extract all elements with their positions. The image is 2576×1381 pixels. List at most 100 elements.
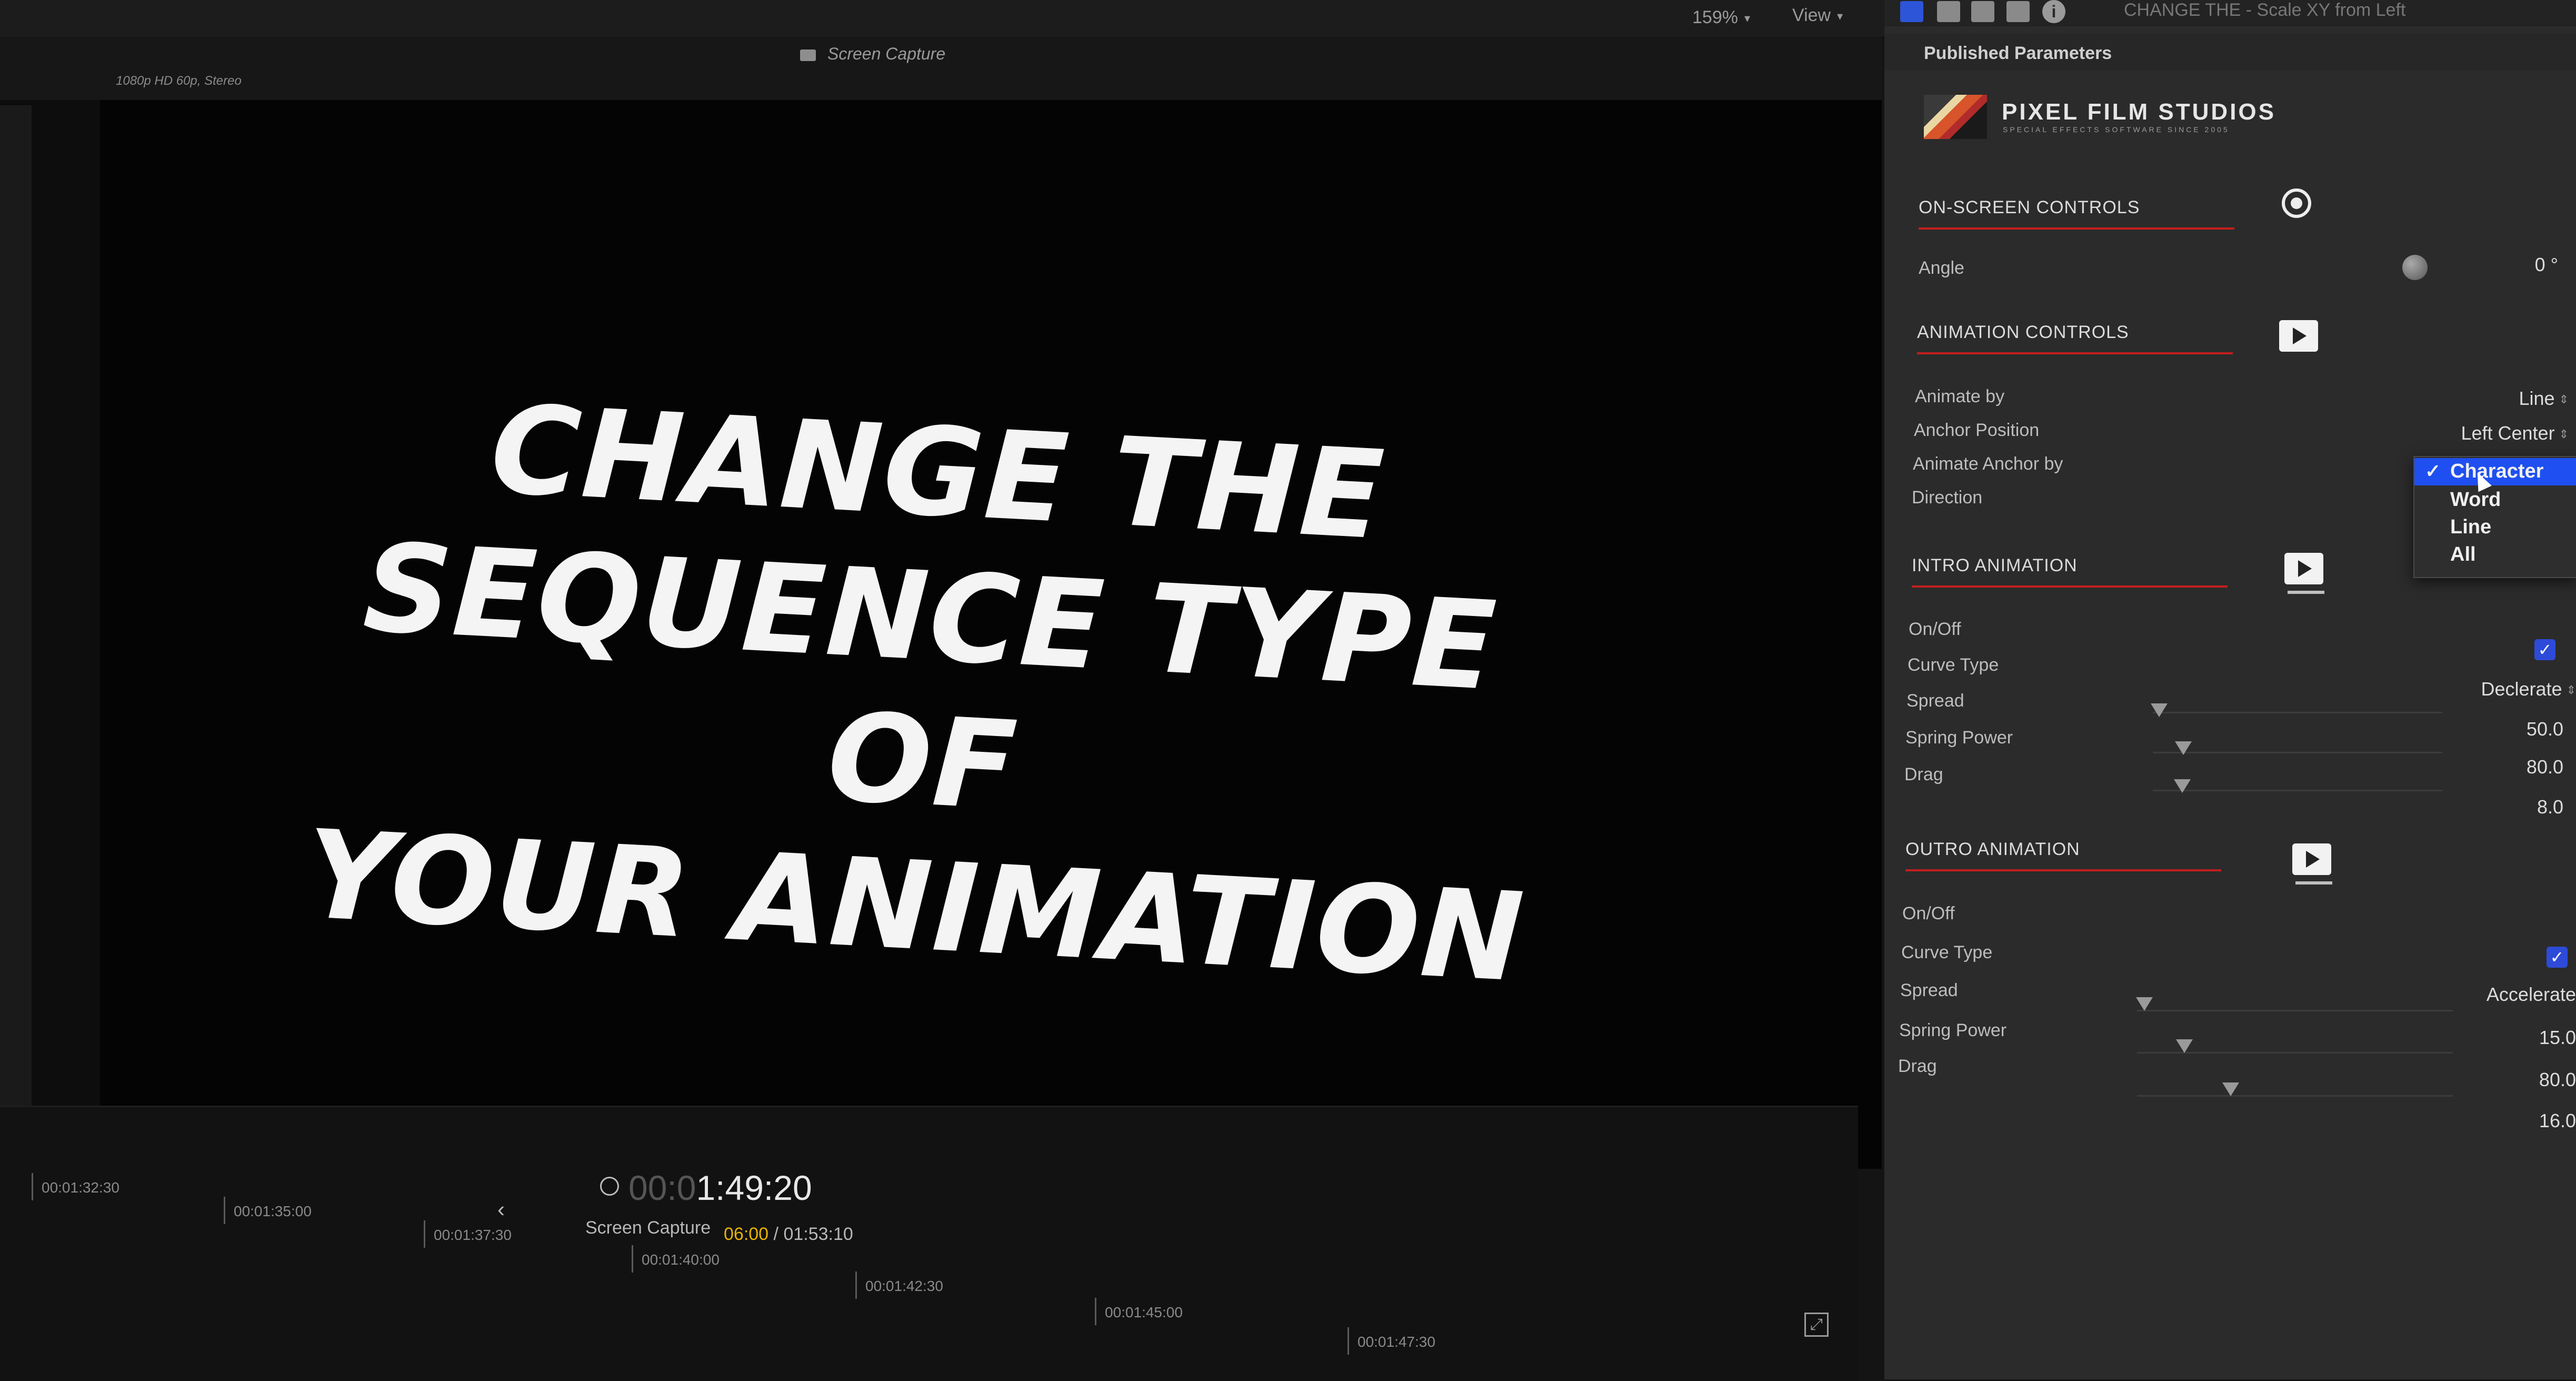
updown-arrows-icon: ⇕	[2566, 683, 2576, 697]
video-inspector-icon[interactable]	[1971, 1, 1994, 22]
info-icon[interactable]: i	[2042, 0, 2065, 23]
timeline-title: Screen Capture	[585, 1218, 711, 1238]
outro-play-icon[interactable]	[2292, 843, 2332, 885]
viewer: 1080p HD 60p, Stereo Screen Capture CHAN…	[0, 37, 1882, 1169]
intro-curve-type-label: Curve Type	[1908, 655, 1999, 675]
anchor-position-value: Left Center	[2461, 422, 2555, 444]
ruler-tick: 00:01:45:00	[1095, 1298, 1183, 1325]
option-label: All	[2450, 543, 2476, 565]
outro-drag-value[interactable]: 16.0	[2474, 1110, 2576, 1132]
ruler-tick: 00:01:35:00	[224, 1197, 312, 1224]
updown-arrows-icon: ⇕	[2559, 428, 2569, 441]
anchor-position-label: Anchor Position	[1914, 420, 2040, 440]
zoom-menu[interactable]: 159% ▾	[1692, 7, 1750, 28]
eye-icon[interactable]	[2282, 188, 2311, 218]
slider-knob[interactable]	[2151, 703, 2168, 717]
title-inspector-icon[interactable]	[1900, 1, 1923, 22]
outro-spread-value[interactable]: 15.0	[2474, 1027, 2576, 1049]
outro-curve-type-select[interactable]: Accelerate	[2400, 983, 2576, 1006]
option-label: Character	[2450, 460, 2544, 482]
intro-drag-value[interactable]: 8.0	[2474, 796, 2563, 818]
inspector-title: CHANGE THE - Scale XY from Left	[2124, 0, 2406, 20]
logo-tagline: SPECIAL EFFECTS SOFTWARE SINCE 2005	[2003, 125, 2230, 134]
outro-curve-type-label: Curve Type	[1901, 942, 1993, 962]
intro-drag-label: Drag	[1904, 764, 1943, 784]
intro-play-icon[interactable]	[2284, 553, 2324, 594]
ruler-tick: 00:01:42:30	[855, 1271, 943, 1299]
slider-knob[interactable]	[2175, 741, 2192, 755]
logo-name: PIXEL FILM STUDIOS	[2002, 99, 2277, 125]
animate-anchor-dropdown[interactable]: ✓ Character Word Line All	[2413, 456, 2576, 578]
viewer-title: Screen Capture	[800, 44, 945, 64]
intro-spring-power-label: Spring Power	[1905, 728, 2013, 748]
animation-controls-header: ANIMATION CONTROLS	[1917, 322, 2233, 354]
title-text-preview: CHANGE THE SEQUENCE TYPE OF YOUR ANIMATI…	[281, 367, 1572, 1012]
intro-on-off-checkbox[interactable]: ✓	[2534, 639, 2555, 660]
outro-spread-label: Spread	[1900, 980, 1958, 1000]
chevron-left-icon[interactable]: ‹	[497, 1197, 505, 1222]
timecode-value: 1:49:20	[696, 1168, 812, 1207]
timeline-duration: 06:00 / 01:53:10	[724, 1224, 853, 1245]
chevron-down-icon: ▾	[1744, 12, 1751, 25]
checkmark-icon: ✓	[2425, 460, 2441, 482]
angle-label: Angle	[1919, 258, 1964, 278]
published-parameters-label: Published Parameters	[1924, 43, 2112, 63]
dropdown-option-all[interactable]: All	[2414, 541, 2576, 569]
viewer-toolbar: 159% ▾ View ▾	[0, 0, 1884, 38]
clip-icon	[800, 49, 816, 61]
updown-arrows-icon: ⇕	[2559, 393, 2569, 406]
on-screen-controls-header: ON-SCREEN CONTROLS	[1919, 197, 2234, 230]
intro-curve-type-select[interactable]: Declerate ⇕	[2400, 678, 2576, 700]
slider-knob[interactable]	[2222, 1082, 2239, 1096]
play-icon[interactable]	[2279, 320, 2318, 352]
animate-by-select[interactable]: Line ⇕	[2421, 388, 2569, 410]
angle-dial[interactable]	[2402, 255, 2428, 280]
intro-spring-power-value[interactable]: 80.0	[2474, 756, 2563, 778]
option-label: Word	[2450, 489, 2501, 511]
color-inspector-icon[interactable]	[2006, 1, 2030, 22]
slider-knob[interactable]	[2176, 1039, 2193, 1053]
dropdown-option-line[interactable]: Line	[2414, 514, 2576, 541]
timeline: 00:01:49:20 ‹ Screen Capture 06:00 / 01:…	[0, 1106, 1858, 1381]
intro-drag-slider[interactable]	[2153, 790, 2442, 791]
timecode-dim: 00:0	[628, 1168, 696, 1207]
zoom-value: 159%	[1692, 7, 1738, 27]
intro-spread-slider[interactable]	[2153, 712, 2442, 713]
intro-spread-value[interactable]: 50.0	[2474, 718, 2563, 740]
animate-anchor-label: Animate Anchor by	[1913, 454, 2063, 474]
intro-spread-label: Spread	[1906, 691, 1964, 711]
outro-spring-power-label: Spring Power	[1899, 1020, 2007, 1040]
chevron-down-icon: ▾	[1837, 9, 1843, 23]
ruler-tick: 00:01:40:00	[632, 1245, 720, 1273]
ruler-tick: 00:01:32:30	[32, 1173, 119, 1200]
outro-spread-slider[interactable]	[2137, 1010, 2453, 1011]
outro-on-off-label: On/Off	[1902, 903, 1955, 923]
outro-drag-label: Drag	[1898, 1056, 1937, 1076]
timecode-display[interactable]: 00:01:49:20	[605, 1168, 812, 1208]
format-label: 1080p HD 60p, Stereo	[116, 74, 242, 88]
intro-on-off-label: On/Off	[1909, 619, 1961, 639]
duration-total: / 01:53:10	[773, 1224, 853, 1244]
outro-spring-power-value[interactable]: 80.0	[2474, 1069, 2576, 1091]
option-label: Line	[2450, 516, 2492, 538]
anchor-position-select[interactable]: Left Center ⇕	[2400, 422, 2569, 444]
intro-animation-header: INTRO ANIMATION	[1912, 555, 2228, 588]
view-menu[interactable]: View ▾	[1792, 5, 1843, 26]
slider-knob[interactable]	[2136, 997, 2153, 1011]
dropdown-option-character[interactable]: ✓ Character	[2414, 458, 2576, 485]
intro-spring-power-slider[interactable]	[2153, 752, 2442, 753]
dropdown-option-word[interactable]: Word	[2414, 486, 2576, 514]
outro-curve-type-value: Accelerate	[2486, 983, 2576, 1005]
outro-animation-header: OUTRO ANIMATION	[1905, 839, 2221, 871]
view-menu-label: View	[1792, 5, 1831, 25]
outro-drag-slider[interactable]	[2137, 1095, 2453, 1097]
viewer-title-text: Screen Capture	[827, 44, 946, 63]
inspector-toolbar: i CHANGE THE - Scale XY from Left	[1884, 0, 2576, 26]
ruler-tick: 00:01:47:30	[1347, 1327, 1435, 1355]
text-inspector-icon[interactable]	[1937, 1, 1960, 22]
outro-on-off-checkbox[interactable]: ✓	[2547, 947, 2568, 968]
slider-knob[interactable]	[2174, 779, 2191, 793]
ruler-tick: 00:01:37:30	[424, 1220, 512, 1248]
angle-value[interactable]: 0 °	[2505, 254, 2558, 276]
fullscreen-icon[interactable]: ⤢	[1804, 1313, 1829, 1337]
